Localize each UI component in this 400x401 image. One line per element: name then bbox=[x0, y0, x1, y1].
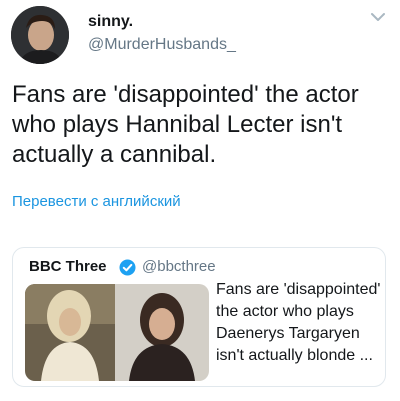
translate-link[interactable]: Перевести с английский bbox=[12, 193, 181, 210]
quote-author-name: BBC Three bbox=[29, 258, 107, 275]
quote-image-1[interactable] bbox=[25, 284, 115, 381]
author-name[interactable]: sinny. bbox=[88, 13, 133, 31]
verified-badge-icon bbox=[119, 259, 136, 276]
tweet-text: Fans are 'disappointed' the actor who pl… bbox=[12, 81, 359, 168]
quoted-tweet[interactable]: BBC Three @bbcthree Fans are 'disappoint… bbox=[12, 247, 386, 387]
quote-image-2[interactable] bbox=[115, 284, 209, 381]
author-handle[interactable]: @MurderHusbands_ bbox=[88, 36, 236, 54]
avatar[interactable] bbox=[11, 6, 69, 64]
quote-text: Fans are 'disappointed' the actor who pl… bbox=[216, 281, 381, 364]
quote-author-handle: @bbcthree bbox=[142, 258, 216, 275]
chevron-down-icon[interactable] bbox=[369, 10, 387, 24]
